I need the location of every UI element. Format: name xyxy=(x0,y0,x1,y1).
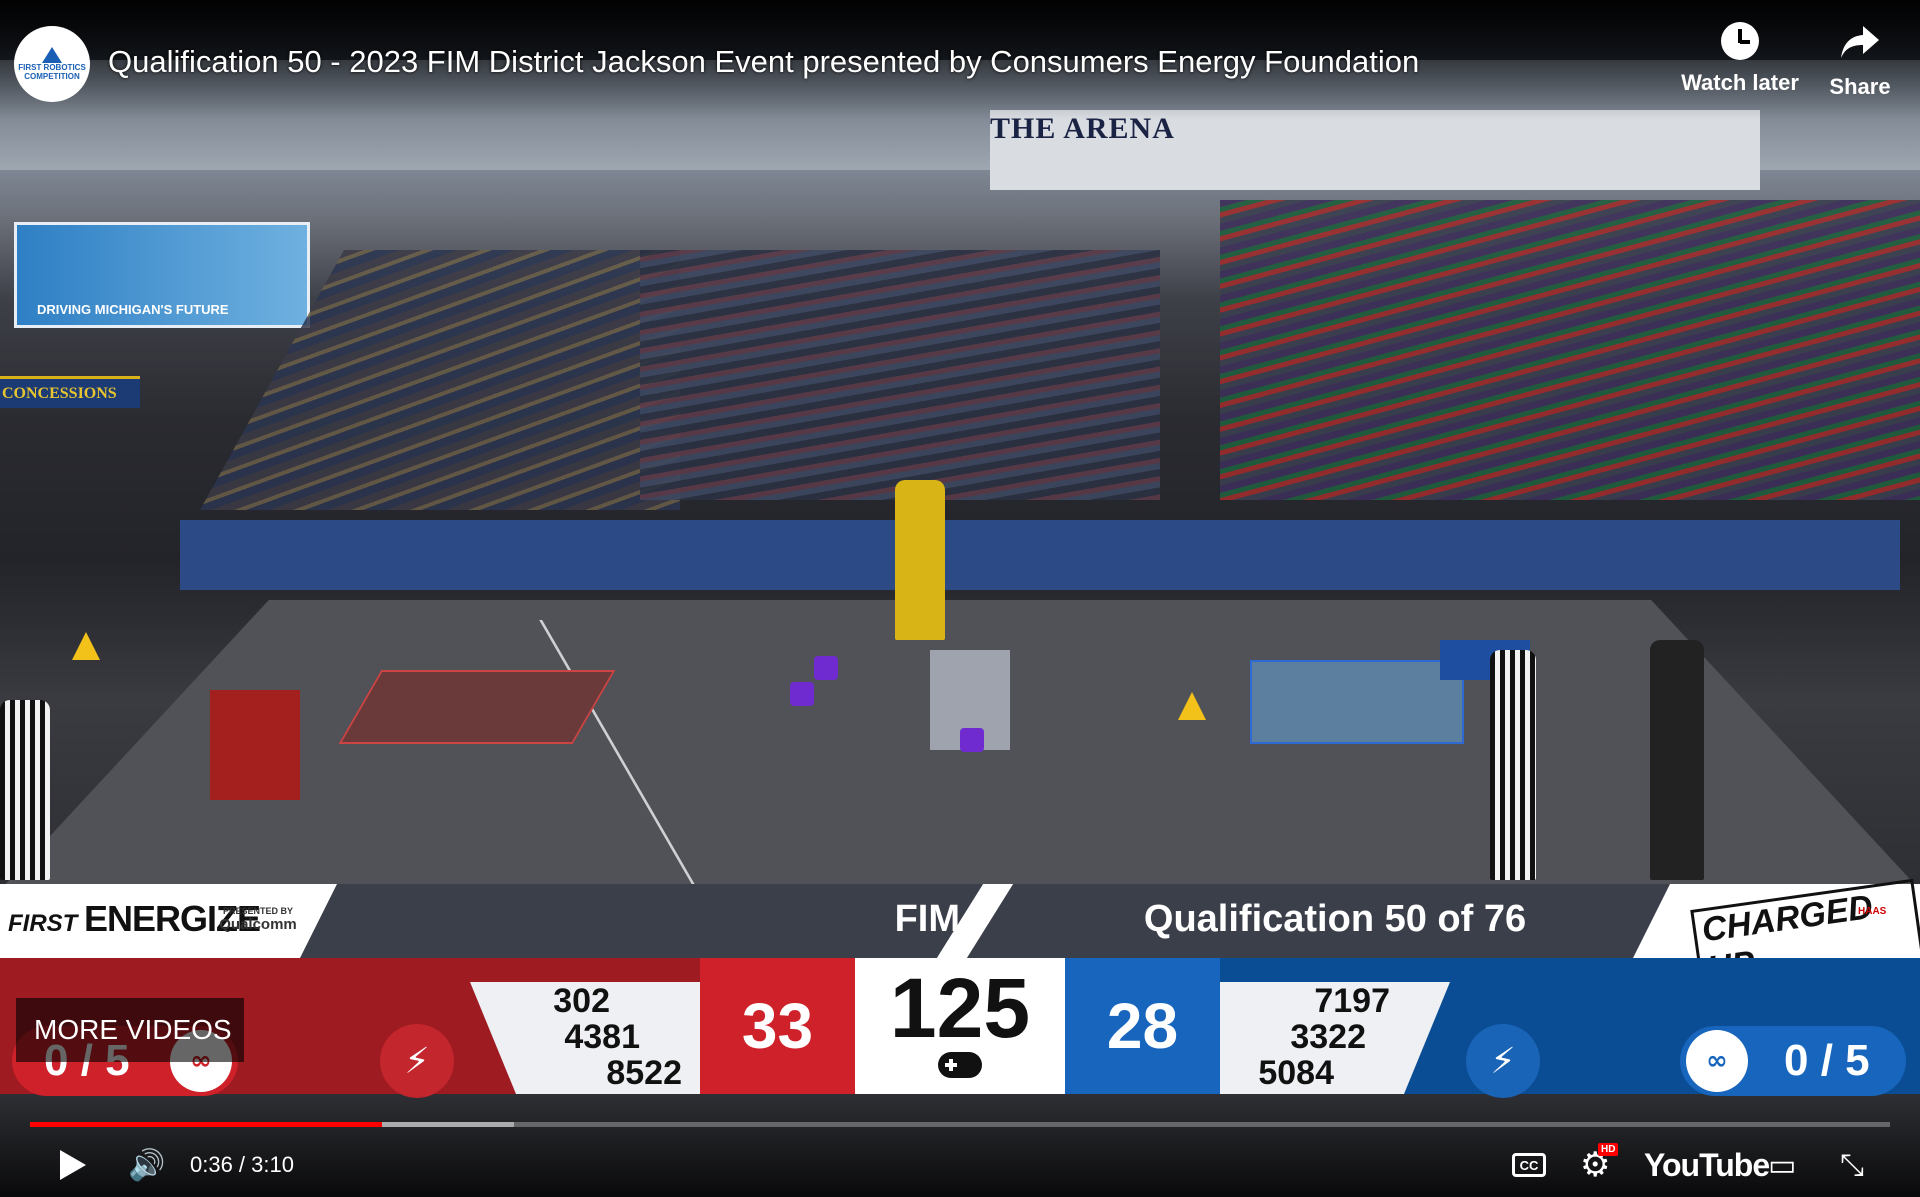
game-cube xyxy=(790,682,814,706)
youtube-button[interactable]: YouTube xyxy=(1644,1140,1770,1190)
red-energy-icon: ⚡ xyxy=(380,1024,454,1098)
progress-bar[interactable] xyxy=(30,1122,1890,1127)
first-logo-icon xyxy=(42,47,62,63)
haas-logo: HAAS xyxy=(1858,906,1887,917)
referee xyxy=(0,700,50,880)
cc-icon: CC xyxy=(1512,1153,1546,1177)
channel-avatar[interactable]: FIRST ROBOTICS COMPETITION xyxy=(14,26,90,102)
cast-icon: ▭ xyxy=(1768,1147,1797,1183)
mute-button[interactable]: 🔊 xyxy=(128,1140,165,1190)
red-team-3: 8522 xyxy=(606,1054,682,1092)
game-cone xyxy=(72,632,100,660)
channel-logo-text: FIRST ROBOTICS COMPETITION xyxy=(18,63,86,81)
referee xyxy=(1490,650,1536,880)
banner-text: DRIVING MICHIGAN'S FUTURE xyxy=(37,302,229,317)
stands-right xyxy=(1220,200,1920,500)
blue-score: 28 xyxy=(1106,990,1179,1062)
time-display: 0:36 / 3:10 xyxy=(190,1140,294,1190)
sponsor-name: Qualcomm xyxy=(219,916,297,933)
blue-links-count: 0 / 5 xyxy=(1784,1036,1870,1085)
hd-badge: HD xyxy=(1598,1143,1619,1156)
watch-later-button[interactable]: Watch later xyxy=(1670,22,1810,96)
settings-button[interactable]: ⚙ HD xyxy=(1580,1140,1619,1190)
volume-icon: 🔊 xyxy=(128,1147,166,1183)
share-label: Share xyxy=(1829,74,1891,99)
cast-button[interactable]: ▭ xyxy=(1768,1140,1796,1190)
more-videos-button[interactable]: MORE VIDEOS xyxy=(16,998,244,1062)
share-arrow-icon xyxy=(1841,26,1879,58)
presenting-sponsor: PRESENTED BY Qualcomm xyxy=(218,906,298,933)
share-button[interactable]: Share xyxy=(1820,22,1900,100)
time-text: 0:36 / 3:10 xyxy=(190,1152,294,1177)
play-button[interactable] xyxy=(60,1140,86,1190)
blue-energy-icon: ⚡ xyxy=(1466,1024,1540,1098)
exit-fullscreen-button[interactable]: ⤡ xyxy=(1840,1140,1864,1190)
link-icon: ∞ xyxy=(1686,1030,1748,1092)
youtube-logo: YouTube xyxy=(1644,1146,1770,1183)
field-wall xyxy=(180,520,1900,590)
field-staff xyxy=(1650,640,1704,880)
red-score: 33 xyxy=(741,990,814,1062)
game-cone xyxy=(1178,692,1206,720)
concessions-sign: CONCESSIONS xyxy=(0,376,140,408)
video-title[interactable]: Qualification 50 - 2023 FIM District Jac… xyxy=(108,44,1419,80)
field-staff xyxy=(895,480,945,640)
watch-later-label: Watch later xyxy=(1681,70,1799,95)
captions-button[interactable]: CC xyxy=(1512,1140,1546,1190)
exit-fullscreen-icon: ⤡ xyxy=(1840,1147,1864,1183)
region-label: FIM xyxy=(894,898,960,940)
gamepad-icon xyxy=(938,1052,982,1078)
progress-played xyxy=(30,1122,382,1127)
match-label: Qualification 50 of 76 xyxy=(1143,898,1527,940)
game-cube xyxy=(960,728,984,752)
total-score: 125 xyxy=(889,961,1031,1055)
clock-icon xyxy=(1721,22,1759,60)
blue-charge-station xyxy=(1250,660,1464,744)
sponsor-banner: DRIVING MICHIGAN'S FUTURE xyxy=(14,222,310,328)
red-charge-station xyxy=(338,670,616,744)
presented-by-label: PRESENTED BY xyxy=(222,906,293,916)
settings-gear-icon: ⚙ HD xyxy=(1580,1143,1619,1185)
stands-center xyxy=(640,250,1160,500)
red-robot xyxy=(210,690,300,800)
blue-team-2: 3322 xyxy=(1290,1018,1366,1056)
blue-team-1: 7197 xyxy=(1314,982,1390,1020)
red-team-1: 302 xyxy=(553,982,610,1020)
red-team-2: 4381 xyxy=(564,1018,640,1056)
game-cube xyxy=(814,656,838,680)
play-icon xyxy=(60,1150,86,1180)
first-wordmark: FIRST xyxy=(8,910,78,937)
